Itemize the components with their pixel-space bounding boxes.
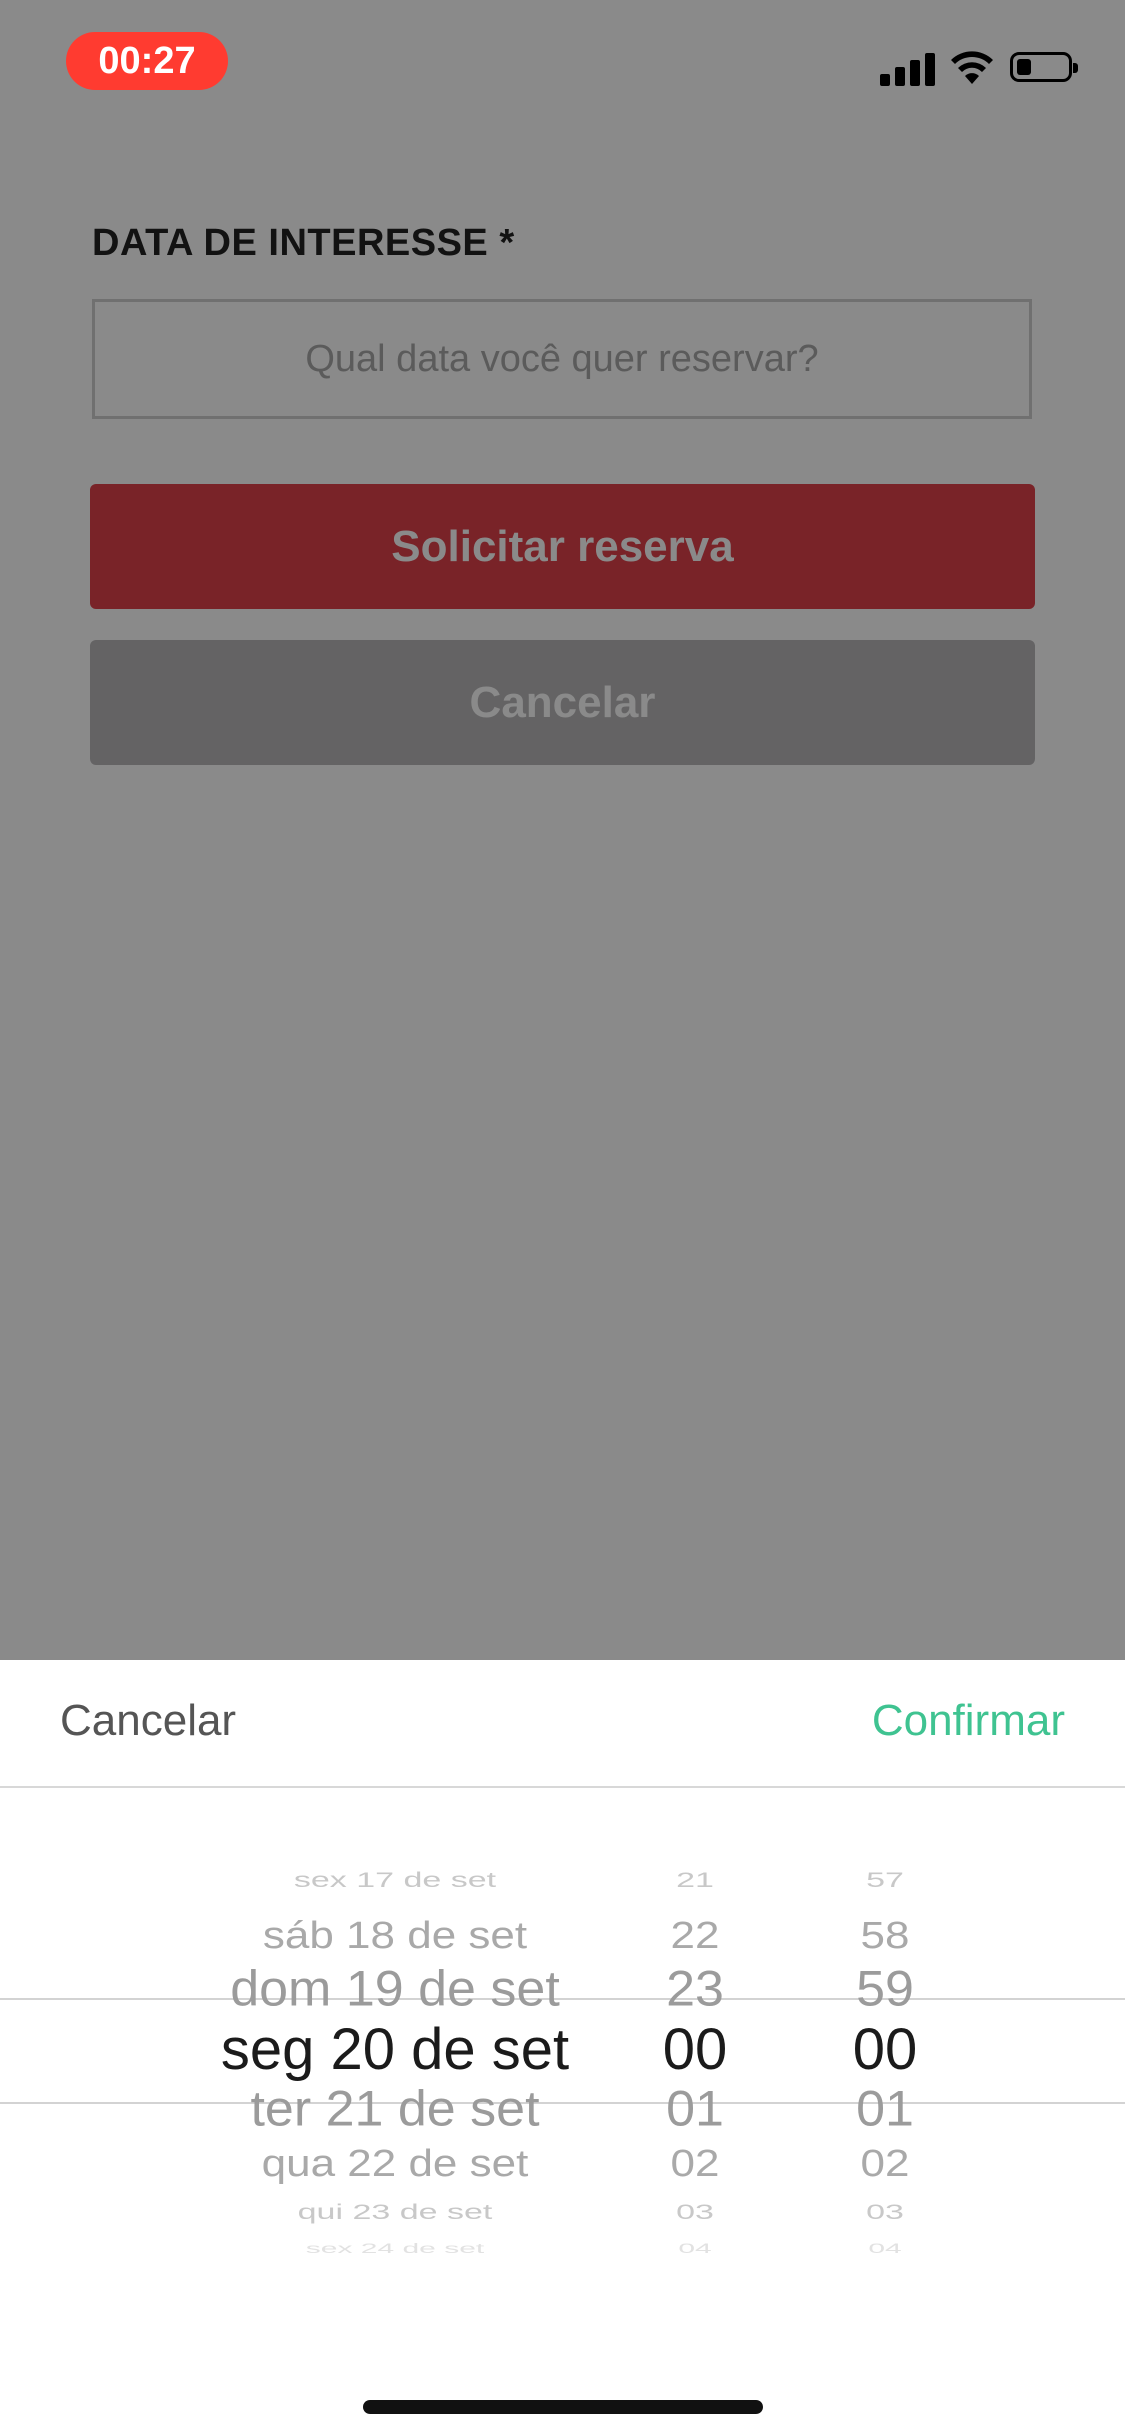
picker-row[interactable]: ter 21 de set 01 01 <box>0 2077 1125 2143</box>
status-time: 00:27 <box>66 32 228 90</box>
picker-minute-option: 58 <box>860 1914 910 1957</box>
picker-hour-option: 20 <box>640 1846 750 1847</box>
picker-date-option: sáb 18 de set <box>262 1914 528 1957</box>
picker-minute-option: 02 <box>860 2142 910 2185</box>
picker-toolbar: Cancelar Confirmar <box>0 1660 1125 1788</box>
date-time-wheel[interactable]: qui 16 de set20 56 sex 17 de set 21 57 sáb 18… <box>0 1846 1125 2386</box>
picker-hour-option: 04 <box>678 2240 712 2256</box>
picker-date-option: ter 21 de set <box>250 2081 540 2138</box>
picker-minute-option: 03 <box>866 2200 904 2224</box>
date-time-picker-sheet: Cancelar Confirmar qui 16 de set20 56 sex … <box>0 1660 1125 2436</box>
picker-hour-option: 22 <box>670 1914 720 1957</box>
picker-hour-option: 01 <box>666 2081 724 2138</box>
picker-date-option: sex 24 de set <box>305 2240 485 2256</box>
picker-hour-option: 03 <box>676 2200 714 2224</box>
picker-row[interactable]: qua 22 de set 02 02 <box>0 2139 1125 2188</box>
home-indicator <box>363 2400 763 2414</box>
picker-row[interactable]: sáb 18 de set 22 58 <box>0 1911 1125 1960</box>
modal-backdrop[interactable] <box>0 0 1125 1660</box>
picker-hour-option: 21 <box>676 1868 714 1892</box>
picker-row[interactable]: qui 16 de set20 56 <box>0 1846 1125 1847</box>
picker-confirm-button[interactable]: Confirmar <box>872 1696 1065 1746</box>
picker-date-option: qui 16 de set <box>150 1846 640 1847</box>
picker-row[interactable]: sex 24 de set 04 04 <box>0 2239 1125 2257</box>
picker-cancel-button[interactable]: Cancelar <box>60 1696 236 1746</box>
picker-minute-option: 56 <box>830 1846 940 1847</box>
picker-minute-option: 01 <box>856 2081 914 2138</box>
picker-minute-option: 57 <box>866 1868 904 1892</box>
picker-hour-option: 02 <box>670 2142 720 2185</box>
picker-date-option: qui 23 de set <box>297 2200 493 2224</box>
picker-row[interactable]: qui 23 de set 03 03 <box>0 2198 1125 2225</box>
picker-date-option: sex 17 de set <box>293 1868 497 1892</box>
picker-row[interactable]: sex 17 de set 21 57 <box>0 1866 1125 1893</box>
picker-minute-option: 04 <box>868 2240 902 2256</box>
picker-date-option: qua 22 de set <box>261 2142 529 2185</box>
